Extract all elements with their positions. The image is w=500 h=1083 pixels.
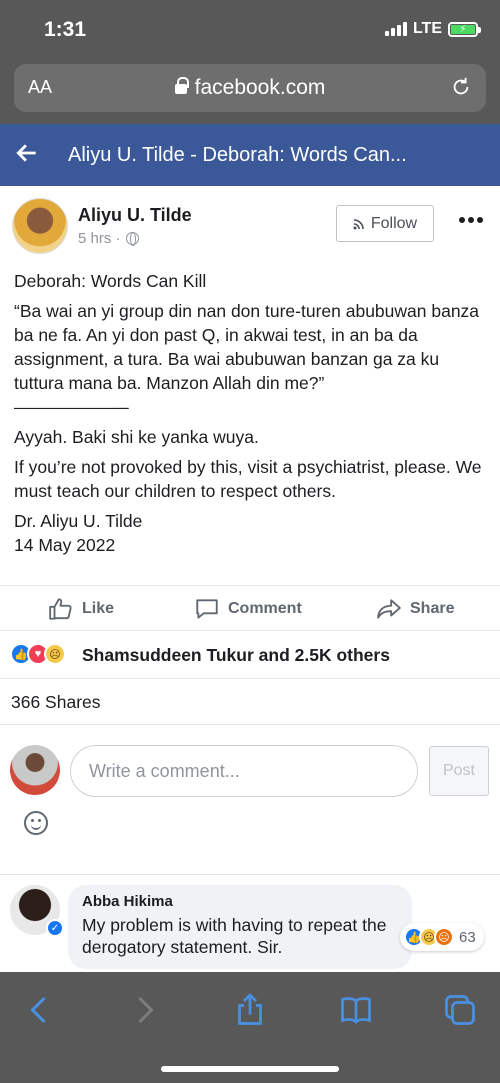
- page-title: Aliyu U. Tilde - Deborah: Words Can...: [68, 144, 407, 166]
- post-meta: 5 hrs ·: [78, 230, 139, 247]
- share-sheet-icon[interactable]: [232, 992, 268, 1028]
- like-label: Like: [82, 600, 115, 617]
- comment-reaction-count: 63: [459, 928, 476, 946]
- browser-toolbar: [0, 972, 500, 1083]
- rss-icon: [353, 218, 364, 229]
- battery-icon: ⚡: [448, 21, 481, 37]
- reactions-text: Shamsuddeen Tukur and 2.5K others: [82, 645, 390, 665]
- current-user-avatar: [10, 745, 60, 795]
- like-button[interactable]: Like: [48, 596, 114, 622]
- post-separator: ——————–: [14, 397, 129, 417]
- share-button[interactable]: Share: [376, 596, 454, 622]
- shares-row[interactable]: 366 Shares: [0, 678, 500, 724]
- lock-icon: [174, 77, 189, 94]
- comment-reactions[interactable]: 👍 ☹ ☹ 63: [400, 923, 484, 951]
- comment-button[interactable]: Comment: [194, 596, 302, 622]
- author-name[interactable]: Aliyu U. Tilde: [78, 205, 192, 226]
- fb-header: Aliyu U. Tilde - Deborah: Words Can...: [0, 124, 500, 186]
- url-text: facebook.com: [194, 76, 326, 99]
- commenter-name[interactable]: Abba Hikima: [82, 893, 398, 910]
- follow-label: Follow: [370, 214, 418, 232]
- post-actions: Like Comment Share: [0, 585, 500, 629]
- post-time[interactable]: 5 hrs ·: [78, 230, 121, 247]
- post-line-3: If you’re not provoked by this, visit a …: [14, 457, 482, 501]
- status-indicators: LTE ⚡: [384, 20, 481, 38]
- share-label: Share: [410, 600, 455, 617]
- post-quote: “Ba wai an yi group din nan don ture-tur…: [14, 301, 480, 393]
- comment-label: Comment: [228, 600, 302, 617]
- author-avatar[interactable]: [12, 198, 68, 254]
- sad-icon: ☹: [44, 643, 66, 665]
- post-comment-button[interactable]: Post: [429, 746, 489, 796]
- angry-icon: ☹: [434, 927, 454, 947]
- back-arrow-icon[interactable]: [14, 140, 40, 166]
- home-indicator: [161, 1066, 339, 1072]
- post-line-2: Ayyah. Baki shi ke yanka wuya.: [14, 427, 259, 447]
- network-label: LTE: [412, 20, 442, 37]
- reload-icon[interactable]: [450, 76, 472, 98]
- comment-icon: [196, 599, 218, 619]
- comment-composer: Post: [0, 724, 500, 874]
- bookmarks-icon[interactable]: [338, 992, 374, 1028]
- verified-badge-icon: ✓: [46, 919, 64, 937]
- reactions-summary[interactable]: 👍 ♥ ☹ Shamsuddeen Tukur and 2.5K others: [0, 630, 500, 678]
- more-options-icon[interactable]: [456, 210, 486, 230]
- shares-count: 366 Shares: [11, 692, 101, 712]
- thumbs-up-icon: [49, 598, 72, 620]
- comment-text: My problem is with having to repeat the …: [82, 915, 387, 957]
- globe-icon: [125, 232, 139, 246]
- url-display[interactable]: facebook.com: [14, 76, 486, 100]
- emoji-icon[interactable]: [24, 811, 48, 835]
- browser-chrome-top: 1:31 LTE ⚡ AA facebook.com: [0, 0, 500, 124]
- follow-button[interactable]: Follow: [336, 205, 434, 242]
- signature-name: Dr. Aliyu U. Tilde: [14, 511, 143, 531]
- comment-bubble[interactable]: Abba Hikima My problem is with having to…: [68, 885, 412, 969]
- forward-icon[interactable]: [126, 992, 162, 1028]
- comment: ✓ Abba Hikima My problem is with having …: [0, 874, 500, 974]
- post-title: Deborah: Words Can Kill: [14, 271, 207, 291]
- status-time: 1:31: [44, 18, 87, 41]
- back-icon[interactable]: [22, 992, 58, 1028]
- post-body: Deborah: Words Can Kill “Ba wai an yi gr…: [14, 269, 490, 557]
- signal-icon: [384, 22, 407, 36]
- address-bar[interactable]: AA facebook.com: [14, 64, 486, 112]
- share-arrow-icon: [377, 599, 401, 619]
- reaction-icons: 👍 ♥ ☹: [10, 643, 66, 665]
- tabs-icon[interactable]: [442, 992, 478, 1028]
- comment-input[interactable]: [70, 745, 418, 797]
- signature-date: 14 May 2022: [14, 535, 116, 555]
